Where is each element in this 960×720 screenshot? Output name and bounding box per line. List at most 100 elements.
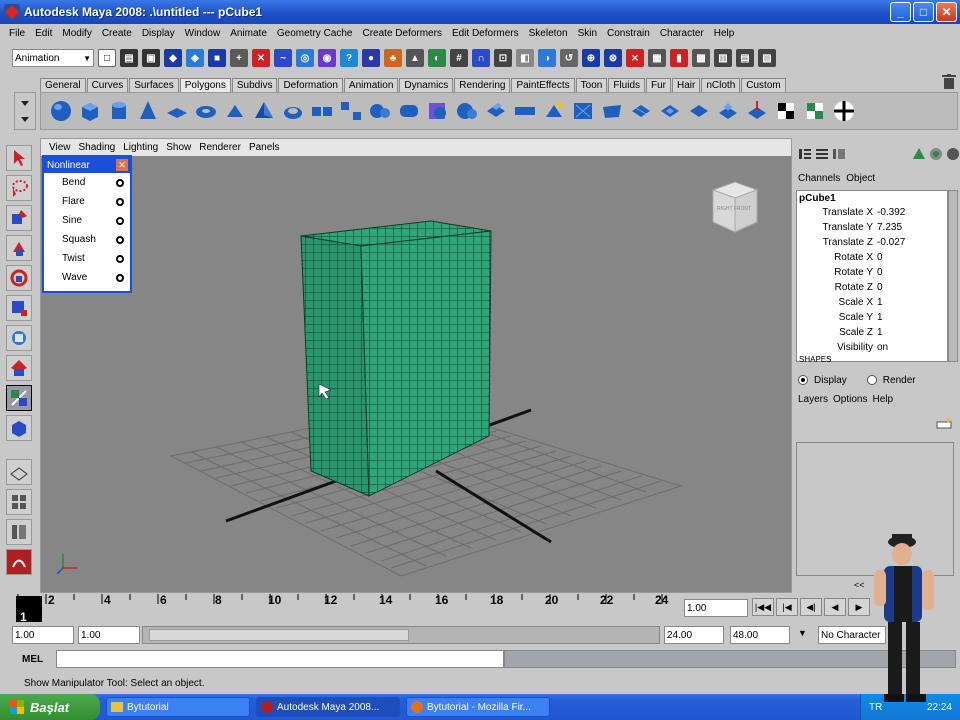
taskbar-item-bytutorial-folder[interactable]: Bytutorial [106,697,250,717]
move-tool-icon[interactable] [6,235,32,261]
mel-command-input[interactable] [56,650,504,668]
menu-file[interactable]: File [4,28,30,39]
option-box-icon[interactable] [116,178,124,187]
shelf-tab-animation[interactable]: Animation [343,78,399,92]
nonlinear-item-bend[interactable]: Bend [44,173,130,192]
select-hierarchy-icon[interactable]: ◆ [164,49,182,67]
new-scene-icon[interactable]: □ [98,49,116,67]
history-icon[interactable]: ↺ [560,49,578,67]
snap-grid-icon[interactable]: # [450,49,468,67]
offset-edge-loop-icon[interactable] [656,97,684,125]
attr-row-scale-x[interactable]: Scale X 1 [797,295,947,310]
poly-prism-icon[interactable] [221,97,249,125]
trash-icon[interactable] [942,74,956,90]
channel-box-icon[interactable]: ▧ [758,49,776,67]
menu-modify[interactable]: Modify [57,28,96,39]
menu-edit-deformers[interactable]: Edit Deformers [447,28,524,39]
minimize-button[interactable]: _ [890,2,911,22]
construction-history-icon[interactable]: ⨯ [626,49,644,67]
planar-mapping-icon[interactable] [743,97,771,125]
attr-row-rotate-z[interactable]: Rotate Z 0 [797,280,947,295]
extract-icon[interactable] [366,97,394,125]
attr-row-translate-x[interactable]: Translate X -0.392 [797,205,947,220]
attr-row-scale-y[interactable]: Scale Y 1 [797,310,947,325]
shelf-tab-surfaces[interactable]: Surfaces [129,78,179,92]
channel-box-layer-icon[interactable] [815,147,829,161]
playback-start-field[interactable]: 1.00 [78,626,140,644]
attr-value[interactable]: 0 [877,282,937,293]
menu-character[interactable]: Character [655,28,709,39]
option-box-icon[interactable] [116,216,124,225]
menu-set-dropdown[interactable]: Animation ▼ [12,49,94,67]
attr-row-visibility[interactable]: Visibility on [797,340,947,355]
snap-view-plane-icon[interactable]: ◧ [516,49,534,67]
menu-help[interactable]: Help [709,28,740,39]
attr-row-translate-y[interactable]: Translate Y 7.235 [797,220,947,235]
shelf-tab-subdivs[interactable]: Subdivs [231,78,278,92]
select-curves-icon[interactable]: ~ [274,49,292,67]
select-dynamics-icon[interactable]: ? [340,49,358,67]
poly-pipe-icon[interactable] [279,97,307,125]
render-globals-icon[interactable]: ▩ [692,49,710,67]
attr-value[interactable]: 7.235 [877,222,937,233]
menu-window[interactable]: Window [180,28,226,39]
append-polygon-icon[interactable] [540,97,568,125]
3d-viewport[interactable]: RIGHT FRONT persp [41,156,791,592]
attr-value[interactable]: -0.392 [877,207,937,218]
shelf-tab-fur[interactable]: Fur [646,78,672,92]
shelf-menu-icon[interactable] [15,93,35,129]
nonlinear-item-wave[interactable]: Wave [44,268,130,287]
menu-display[interactable]: Display [137,28,180,39]
shapes-section-label[interactable]: SHAPES [797,355,947,364]
outliner-tree-icon[interactable] [912,147,926,161]
open-scene-icon[interactable]: ▤ [120,49,138,67]
attr-value[interactable]: 1 [877,297,937,308]
nonlinear-item-twist[interactable]: Twist [44,249,130,268]
nonlinear-popup-header[interactable]: Nonlinear ✕ [44,157,130,173]
select-rendering-icon[interactable]: ● [362,49,380,67]
boolean-icon[interactable] [424,97,452,125]
menu-skin[interactable]: Skin [573,28,602,39]
nonlinear-item-flare[interactable]: Flare [44,192,130,211]
lock-selection-icon[interactable]: ▲ [406,49,424,67]
uv-checker-sphere-icon[interactable] [830,97,858,125]
panel-menu-panels[interactable]: Panels [245,142,284,153]
new-layer-icon[interactable] [936,416,954,430]
range-slider[interactable] [142,626,660,644]
panel-menu-lighting[interactable]: Lighting [119,142,162,153]
last-tool-used-icon[interactable] [6,415,32,441]
menu-create[interactable]: Create [97,28,137,39]
single-perspective-layout-icon[interactable] [6,459,32,485]
bridge-icon[interactable] [511,97,539,125]
maximize-button[interactable]: □ [913,2,934,22]
menu-create-deformers[interactable]: Create Deformers [357,28,446,39]
average-vertices-icon[interactable] [453,97,481,125]
ipr-render-icon[interactable]: ▮ [670,49,688,67]
panel-menu-show[interactable]: Show [162,142,195,153]
uv-layout-icon[interactable] [801,97,829,125]
attribute-list-icon[interactable] [832,147,846,161]
step-back-frame-icon[interactable]: |◀ [776,598,798,616]
layer-editor-scroll-arrows[interactable]: << [854,580,865,590]
attr-value[interactable]: on [877,342,937,353]
select-tool-icon[interactable] [6,145,32,171]
attribute-editor-icon[interactable]: ▥ [714,49,732,67]
attr-value[interactable]: 0 [877,252,937,263]
attr-row-translate-z[interactable]: Translate Z -0.027 [797,235,947,250]
universal-manipulator-icon[interactable] [6,325,32,351]
chevron-down-icon[interactable]: ▼ [798,628,807,638]
tool-settings-icon[interactable]: ▤ [736,49,754,67]
menu-options[interactable]: Options [833,394,867,405]
mel-label[interactable]: MEL [0,654,56,665]
rotate-tool-icon[interactable] [6,265,32,291]
display-icon[interactable] [929,147,943,161]
select-joints-icon[interactable]: ✕ [252,49,270,67]
attr-value[interactable]: 0 [877,267,937,278]
input-ops-icon[interactable]: ⊕ [582,49,600,67]
shelf-tab-toon[interactable]: Toon [575,78,608,92]
show-manipulator-tool-icon[interactable] [6,385,32,411]
extrude-icon[interactable] [482,97,510,125]
insert-edge-loop-icon[interactable] [627,97,655,125]
current-time-field[interactable]: 1.00 [684,599,748,617]
four-view-layout-icon[interactable] [6,489,32,515]
